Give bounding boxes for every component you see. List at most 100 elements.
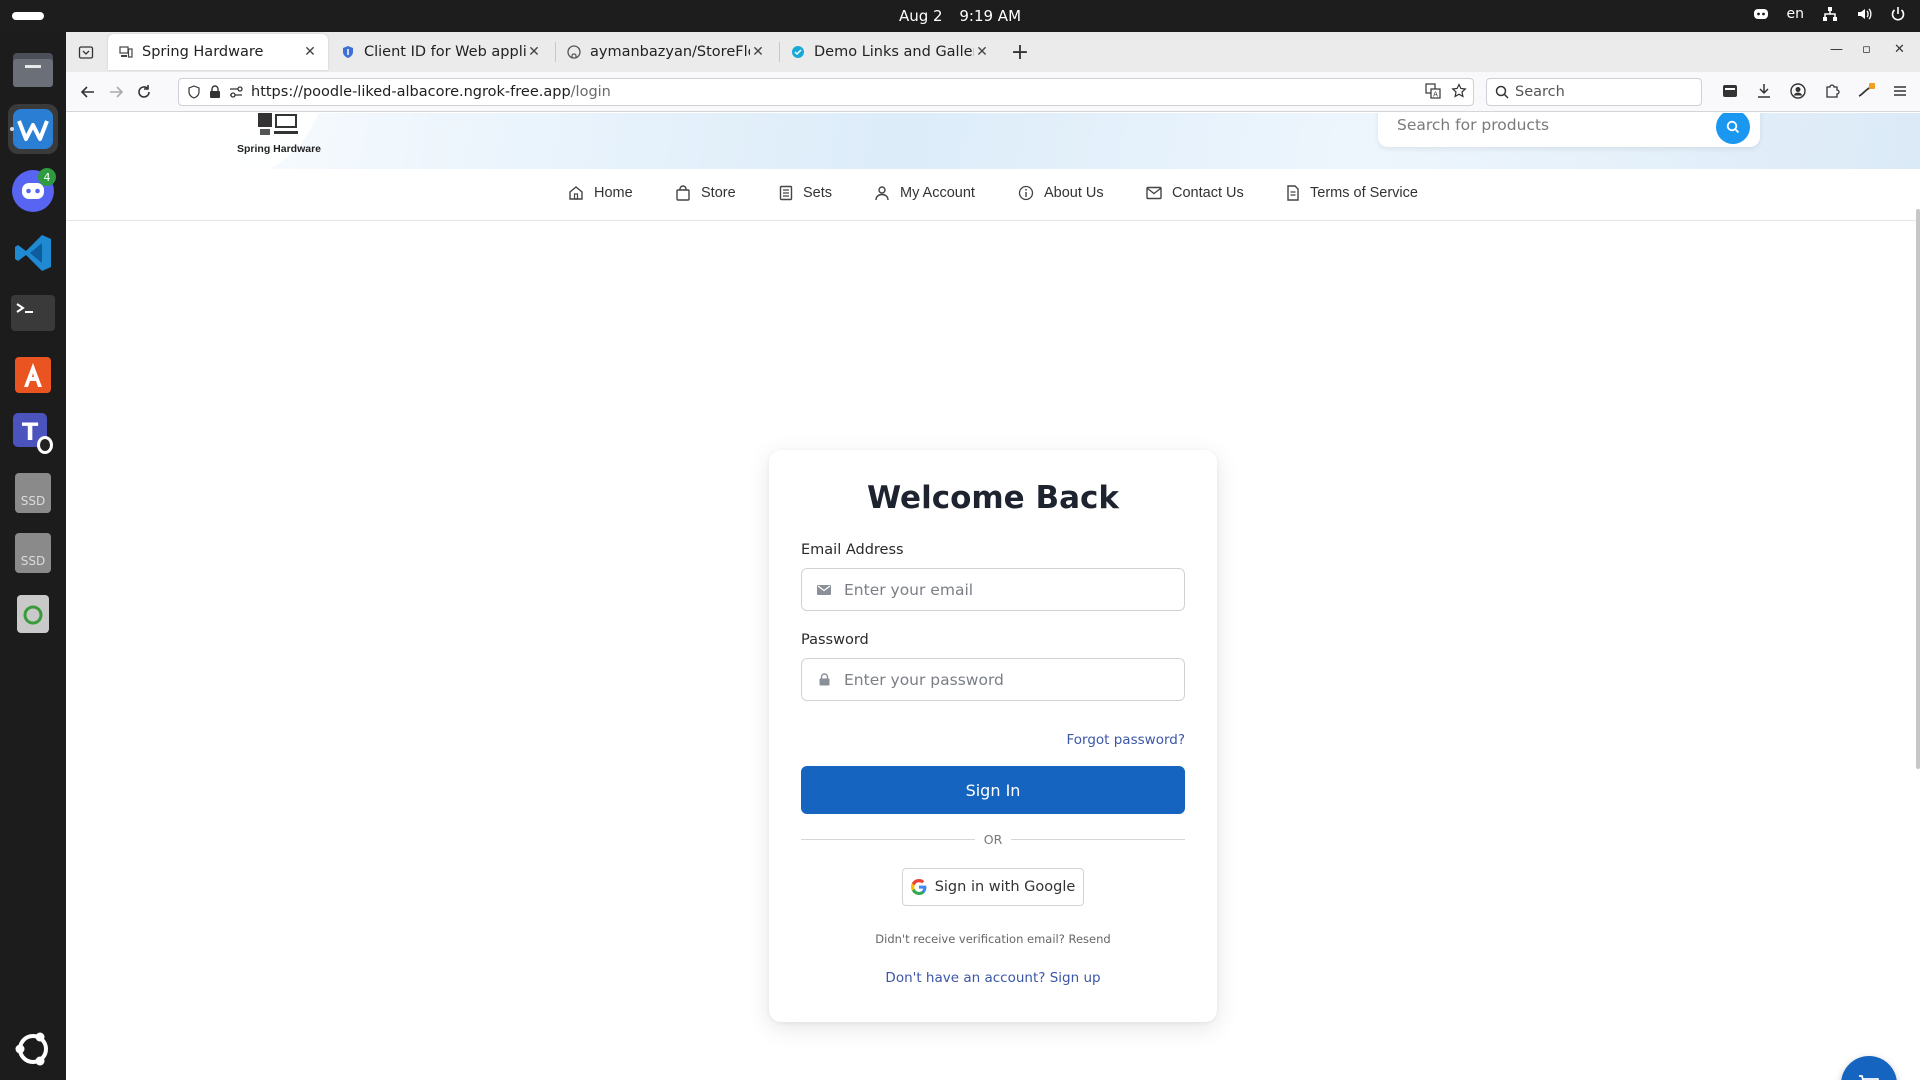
product-search-placeholder: Search for products: [1397, 116, 1550, 134]
site-logo[interactable]: Spring Hardware: [224, 113, 334, 169]
dock-teams[interactable]: T: [8, 408, 58, 458]
password-input[interactable]: [844, 670, 1164, 689]
download-icon: [1758, 84, 1770, 98]
close-window-button[interactable]: ✕: [1894, 42, 1905, 57]
svg-text:A: A: [1433, 91, 1438, 99]
cart-button[interactable]: [1841, 1056, 1897, 1080]
nav-sets[interactable]: Sets: [779, 185, 832, 201]
google-sign-in-button[interactable]: Sign in with Google: [902, 868, 1084, 906]
app-center-icon: [15, 357, 51, 393]
tab-close-button[interactable]: ✕: [526, 44, 542, 60]
account-icon: [1790, 83, 1806, 99]
dock-vscode[interactable]: [8, 228, 58, 278]
dock-discord[interactable]: 4: [8, 166, 58, 216]
mail-icon: [1146, 186, 1162, 200]
arrow-right-icon: [110, 86, 124, 98]
back-button[interactable]: [76, 80, 100, 104]
volume-icon[interactable]: [1856, 6, 1872, 22]
password-field[interactable]: [801, 658, 1185, 701]
reload-button[interactable]: [132, 80, 156, 104]
dock-trash[interactable]: [8, 588, 58, 638]
tab-demo-links[interactable]: Demo Links and Gallery | ✕: [780, 34, 1000, 70]
discord-tray-icon[interactable]: [1753, 8, 1769, 20]
logo-text: Spring Hardware: [236, 143, 322, 155]
permissions-icon[interactable]: [229, 85, 243, 99]
nav-label: Contact Us: [1172, 185, 1244, 201]
email-input[interactable]: [844, 580, 1164, 599]
forward-button[interactable]: [104, 80, 128, 104]
nav-terms[interactable]: Terms of Service: [1286, 185, 1418, 201]
teams-icon: T: [13, 413, 53, 454]
tab-spring-hardware[interactable]: Spring Hardware ✕: [108, 34, 328, 70]
system-top-bar: Aug 2 9:19 AM en: [0, 0, 1920, 32]
drive-icon: SSD: [15, 473, 51, 513]
svg-text:SSD: SSD: [21, 554, 45, 568]
site-header: Spring Hardware Search for products: [66, 113, 1920, 183]
tab-label: aymanbazyan/StoreFlow·: [590, 44, 750, 60]
lock-icon: [816, 673, 832, 686]
nav-about-us[interactable]: About Us: [1018, 185, 1104, 201]
browser-search-box[interactable]: Search: [1486, 78, 1702, 106]
tab-close-button[interactable]: ✕: [302, 44, 318, 60]
forgot-password-link[interactable]: Forgot password?: [1066, 732, 1185, 748]
lock-icon[interactable]: [209, 85, 221, 99]
system-tray[interactable]: en: [1753, 6, 1907, 22]
minimize-button[interactable]: —: [1830, 42, 1843, 57]
tab-list-icon: [78, 46, 94, 59]
power-icon[interactable]: [1890, 6, 1906, 22]
tab-label: Spring Hardware: [142, 44, 264, 60]
tab-close-button[interactable]: ✕: [750, 44, 766, 60]
toolbar-right: [1720, 80, 1910, 102]
nav-home[interactable]: Home: [568, 185, 633, 201]
language-indicator[interactable]: en: [1787, 6, 1805, 22]
discord-badge: 4: [38, 168, 56, 186]
mail-icon: [816, 584, 832, 595]
sign-in-button[interactable]: Sign In: [801, 766, 1185, 814]
dock-files[interactable]: [8, 44, 58, 94]
url-bar[interactable]: https://poodle-liked-albacore.ngrok-free…: [178, 78, 1474, 106]
dock-terminal[interactable]: [8, 288, 58, 338]
nav-contact-us[interactable]: Contact Us: [1146, 185, 1244, 201]
email-field[interactable]: [801, 568, 1185, 611]
tab-strip: Spring Hardware ✕ Client ID for Web appl…: [66, 32, 1920, 72]
network-icon[interactable]: [1822, 6, 1838, 22]
cart-icon: [1859, 1075, 1879, 1080]
dock-windsurf[interactable]: [8, 104, 58, 154]
bookmark-star-icon[interactable]: [1451, 83, 1467, 99]
tab-github-storeflow[interactable]: aymanbazyan/StoreFlow· ✕: [556, 34, 776, 70]
document-icon: [1287, 185, 1299, 201]
sign-up-link[interactable]: Don't have an account? Sign up: [769, 970, 1217, 986]
clock-time: 9:19 AM: [959, 7, 1022, 25]
dock-app-center[interactable]: [8, 348, 58, 398]
nav-my-account[interactable]: My Account: [874, 185, 975, 201]
nav-store[interactable]: Store: [675, 185, 736, 201]
extensions-button[interactable]: [1822, 80, 1842, 102]
tab-client-id[interactable]: Client ID for Web applicat ✕: [330, 34, 552, 70]
dock-ssd-1[interactable]: SSD: [8, 468, 58, 518]
pocket-button[interactable]: [1720, 80, 1740, 102]
nav-label: Home: [594, 185, 633, 201]
maximize-button[interactable]: ▫: [1862, 42, 1871, 57]
windsurf-icon: [13, 109, 53, 149]
github-icon: [566, 44, 582, 60]
dock-ssd-2[interactable]: SSD: [8, 528, 58, 578]
downloads-button[interactable]: [1754, 80, 1774, 102]
product-search-button[interactable]: [1716, 113, 1750, 144]
dock-show-apps[interactable]: [8, 1024, 58, 1074]
resend-verification-link[interactable]: Didn't receive verification email? Resen…: [769, 932, 1217, 946]
translate-icon[interactable]: A: [1425, 83, 1441, 99]
url-text[interactable]: https://poodle-liked-albacore.ngrok-free…: [251, 84, 611, 100]
page-scrollbar[interactable]: [1916, 209, 1920, 769]
bag-icon: [676, 185, 690, 201]
url-host: https://poodle-liked-albacore.ngrok-free…: [251, 84, 571, 100]
app-menu-button[interactable]: [1890, 80, 1910, 102]
tab-close-button[interactable]: ✕: [974, 44, 990, 60]
tracking-protection-icon[interactable]: [187, 85, 201, 99]
tab-list-button[interactable]: [74, 40, 98, 64]
new-tab-button[interactable]: +: [1006, 38, 1034, 66]
reload-icon: [138, 85, 150, 98]
clock[interactable]: Aug 2 9:19 AM: [0, 7, 1920, 25]
extension-button[interactable]: [1856, 80, 1876, 102]
product-search[interactable]: Search for products: [1378, 113, 1760, 147]
account-button[interactable]: [1788, 80, 1808, 102]
